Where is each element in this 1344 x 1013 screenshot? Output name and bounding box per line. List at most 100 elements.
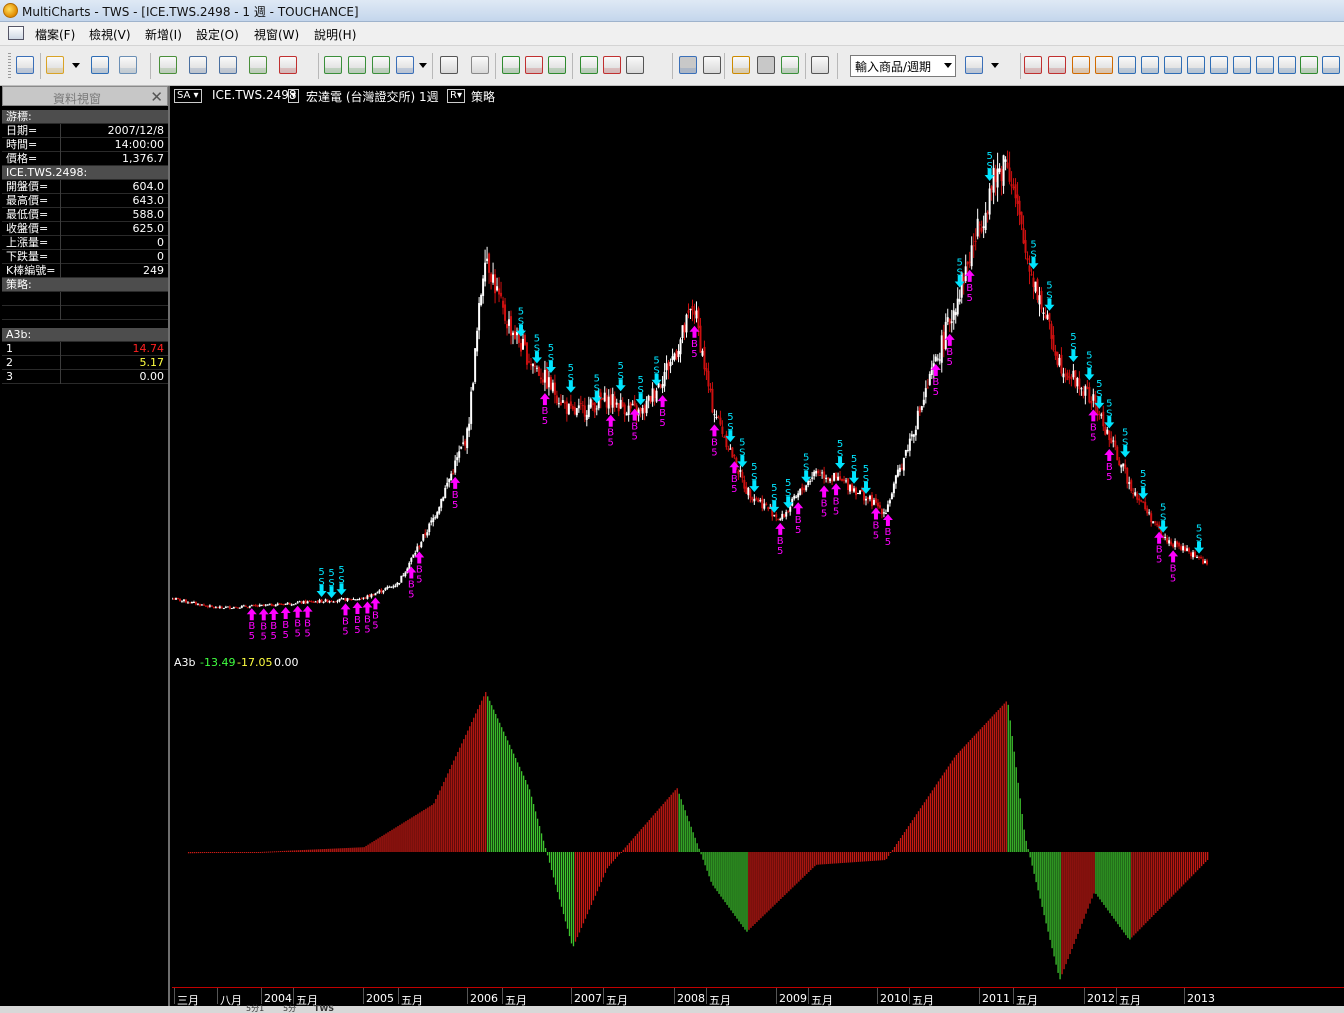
table-icon[interactable] xyxy=(440,56,458,74)
zoom-out-icon[interactable] xyxy=(1278,56,1296,74)
chart-plot[interactable]: B5B5B5B5B5B5B5B5B5B5B5B5B5B5B5B5B5B5B5B5… xyxy=(172,86,1344,1006)
price-candle xyxy=(1090,401,1093,404)
menu-settings[interactable]: 設定(O) xyxy=(196,26,239,43)
clock-icon[interactable] xyxy=(965,56,983,74)
indicator-bar xyxy=(706,852,708,871)
indicator-bar xyxy=(871,852,874,861)
indicator-bar xyxy=(1193,852,1195,875)
price-candle xyxy=(733,455,736,457)
drawing-icon[interactable] xyxy=(603,56,621,74)
comment-icon[interactable] xyxy=(732,56,750,74)
menu-insert[interactable]: 新增(I) xyxy=(145,26,182,43)
menu-file[interactable]: 檔案(F) xyxy=(35,26,75,43)
indicator-bar xyxy=(235,852,238,853)
tab-5min-1[interactable]: 5分1 xyxy=(246,1005,264,1013)
indicator-bar xyxy=(826,852,828,865)
table-icon[interactable] xyxy=(471,56,489,74)
indicator-bar xyxy=(708,852,710,877)
price-candle xyxy=(531,363,534,367)
chart-window[interactable]: SA ▾ ICE.TWS.2498 ▾ 宏達電 (台灣證交所) 1週 R▾ 策略… xyxy=(172,86,1344,1013)
autoscale-icon[interactable] xyxy=(1322,56,1340,74)
indicator-bar xyxy=(550,852,553,871)
zoom-icon[interactable] xyxy=(781,56,799,74)
document-menu-icon[interactable] xyxy=(8,26,24,40)
chart-type-icon[interactable] xyxy=(372,56,390,74)
price-candle xyxy=(631,403,634,406)
indicator-bar xyxy=(788,852,790,892)
time-axis-gridline xyxy=(217,988,218,1004)
chevron-down-icon[interactable] xyxy=(72,63,80,68)
open-icon[interactable] xyxy=(46,56,64,74)
symbol-interval-combo[interactable]: 輸入商品/週期 xyxy=(850,55,956,77)
multicharts-logo-icon xyxy=(3,3,18,18)
indicator-bar xyxy=(548,852,551,863)
price-candle xyxy=(934,356,937,362)
price-candle xyxy=(1084,386,1087,396)
window-icon[interactable] xyxy=(159,56,177,74)
indicator-bar xyxy=(907,826,910,852)
scroll-left-icon[interactable] xyxy=(1024,56,1042,74)
pointer-icon[interactable] xyxy=(679,56,697,74)
window-title: MultiCharts - TWS - [ICE.TWS.2498 - 1 週 … xyxy=(22,5,359,19)
save-icon[interactable] xyxy=(91,56,109,74)
window-icon[interactable] xyxy=(279,56,297,74)
chart-type-icon[interactable] xyxy=(324,56,342,74)
chart-type-icon[interactable] xyxy=(348,56,366,74)
left-icon[interactable] xyxy=(1164,56,1182,74)
shrink-icon[interactable] xyxy=(1233,56,1251,74)
new-chart-icon[interactable] xyxy=(16,56,34,74)
drawing-icon[interactable] xyxy=(626,56,644,74)
panel-icon[interactable] xyxy=(811,56,829,74)
zoom-in-icon[interactable] xyxy=(1256,56,1274,74)
expand-icon[interactable] xyxy=(1210,56,1228,74)
data-row-value: 1,376.7 xyxy=(122,152,164,165)
refresh-icon[interactable] xyxy=(1300,56,1318,74)
window-icon[interactable] xyxy=(189,56,207,74)
tab-5min[interactable]: 5分 xyxy=(283,1005,296,1013)
indicator-bar xyxy=(1003,703,1005,852)
data-row: 收盤價= 625.0 xyxy=(2,222,168,236)
drawing-icon[interactable] xyxy=(580,56,598,74)
price-candle xyxy=(376,592,379,594)
price-candle xyxy=(256,605,259,607)
price-candle xyxy=(543,369,546,383)
up-arrow-icon xyxy=(1154,531,1165,544)
up-icon[interactable] xyxy=(1118,56,1136,74)
zoom-box-icon[interactable] xyxy=(757,56,775,74)
down-icon[interactable] xyxy=(1141,56,1159,74)
crosshair-icon[interactable] xyxy=(703,56,721,74)
price-candle xyxy=(721,426,724,434)
price-candle xyxy=(1112,440,1115,442)
price-candle xyxy=(216,607,219,609)
price-candle xyxy=(789,506,792,512)
price-candle xyxy=(1166,537,1169,543)
price-candle xyxy=(569,401,572,406)
indicator-bar xyxy=(554,852,557,885)
up-down-icon[interactable] xyxy=(1095,56,1113,74)
price-candle xyxy=(322,601,325,603)
indicator-bar xyxy=(1005,701,1007,852)
bars-icon[interactable] xyxy=(502,56,520,74)
tab-tws[interactable]: TWS xyxy=(314,1005,334,1013)
menu-view[interactable]: 檢視(V) xyxy=(89,26,131,43)
close-icon[interactable]: ✕ xyxy=(150,88,163,106)
window-icon[interactable] xyxy=(219,56,237,74)
chevron-down-icon[interactable] xyxy=(991,63,999,68)
indicator-bar xyxy=(1161,852,1163,907)
hourglass-icon[interactable] xyxy=(1072,56,1090,74)
print-icon[interactable] xyxy=(119,56,137,74)
chevron-down-icon[interactable] xyxy=(419,63,427,68)
chart-type-icon[interactable] xyxy=(396,56,414,74)
scroll-right-icon[interactable] xyxy=(1048,56,1066,74)
menu-help[interactable]: 說明(H) xyxy=(314,26,356,43)
right-icon[interactable] xyxy=(1187,56,1205,74)
price-candle xyxy=(234,606,237,608)
toolbar-grip[interactable] xyxy=(8,53,11,79)
chevron-down-icon[interactable] xyxy=(944,63,952,68)
candles-icon[interactable] xyxy=(525,56,543,74)
indicator-bar xyxy=(616,852,619,857)
check-icon[interactable] xyxy=(548,56,566,74)
menu-window[interactable]: 視窗(W) xyxy=(254,26,299,43)
price-candle xyxy=(563,402,566,404)
window-icon[interactable] xyxy=(249,56,267,74)
